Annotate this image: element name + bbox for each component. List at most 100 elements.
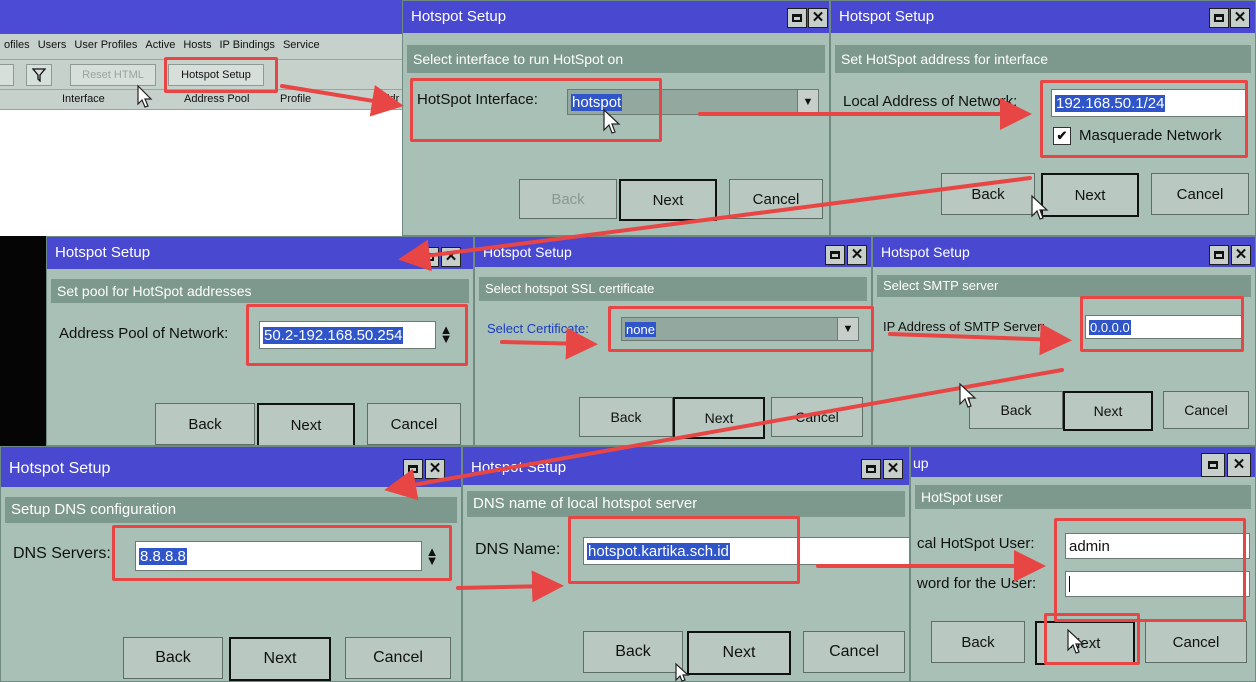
maximize-button[interactable] [403,459,423,479]
certificate-label: Select Certificate: [487,321,589,336]
tab-service[interactable]: Service [279,34,324,51]
dialog-title: Hotspot Setup [403,1,829,33]
close-icon: ✕ [886,460,900,477]
dropdown-arrow-icon[interactable]: ▼ [797,89,819,115]
next-button[interactable]: Next [687,631,791,675]
black-background-strip [0,236,46,446]
maximize-button[interactable] [1209,245,1229,265]
close-button[interactable]: ✕ [1227,453,1251,477]
step-subtitle: DNS name of local hotspot server [467,491,905,517]
dropdown-arrow-icon[interactable]: ▼ [837,317,859,341]
dialog-title: Hotspot Setup [873,237,1255,267]
dns-servers-value: 8.8.8.8 [139,547,187,565]
certificate-select[interactable]: none [621,317,840,341]
local-address-label: Local Address of Network: [843,93,1018,110]
back-button[interactable]: Back [969,391,1063,429]
tab-users[interactable]: Users [34,34,71,51]
next-button[interactable]: Next [1063,391,1153,431]
back-button[interactable]: Back [123,637,223,679]
dns-servers-input[interactable]: 8.8.8.8 [135,541,422,571]
maximize-icon [1208,461,1218,469]
cancel-button[interactable]: Cancel [771,397,863,437]
hotspot-user-input[interactable]: admin [1065,533,1250,559]
list-column-headers: Interface Address Pool Profile Addr [0,90,402,110]
tab-hosts[interactable]: Hosts [179,34,215,51]
step-subtitle: Select hotspot SSL certificate [479,277,867,301]
dialog-step-certificate: Hotspot Setup ✕ Select hotspot SSL certi… [474,236,872,446]
cancel-button[interactable]: Cancel [1145,621,1247,663]
tab-active[interactable]: Active [141,34,179,51]
back-button[interactable]: Back [519,179,617,219]
maximize-button[interactable] [825,245,845,265]
maximize-button[interactable] [787,8,807,28]
back-button[interactable]: Back [579,397,673,437]
filter-button[interactable] [26,64,52,86]
maximize-button[interactable] [861,459,881,479]
step-subtitle: Set pool for HotSpot addresses [51,279,469,303]
dialog-title: Hotspot Setup [1,447,461,487]
next-button[interactable]: Next [673,397,765,439]
next-button[interactable]: Next [619,179,717,221]
back-button[interactable]: Back [941,173,1035,215]
column-address[interactable]: Addr [376,93,399,105]
next-button[interactable]: Next [1041,173,1139,217]
close-button[interactable]: ✕ [441,247,461,267]
maximize-button[interactable] [1209,8,1229,28]
next-button[interactable]: Next [1035,621,1135,665]
close-button[interactable]: ✕ [883,459,903,479]
password-label: word for the User: [917,575,1037,592]
local-address-input[interactable]: 192.168.50.1/24 [1051,89,1246,117]
close-button[interactable]: ✕ [808,8,828,28]
dialog-step-pool: Hotspot Setup ✕ Set pool for HotSpot add… [46,236,474,446]
cancel-button[interactable]: Cancel [1151,173,1249,215]
dialog-step-dns-name: Hotspot Setup ✕ DNS name of local hotspo… [462,446,910,682]
next-button[interactable]: Next [257,403,355,445]
close-icon: ✕ [1233,9,1247,26]
dns-name-input[interactable]: hotspot.kartika.sch.id [583,537,909,565]
maximize-icon [424,253,434,261]
cancel-button[interactable]: Cancel [367,403,461,445]
dialog-title: Hotspot Setup [475,237,871,267]
column-profile[interactable]: Profile [280,93,311,105]
close-button[interactable]: ✕ [1230,8,1250,28]
cancel-button[interactable]: Cancel [1163,391,1249,429]
reset-html-button[interactable]: Reset HTML [70,64,156,86]
cancel-button[interactable]: Cancel [803,631,905,673]
cancel-button[interactable]: Cancel [345,637,451,679]
address-pool-input[interactable]: 50.2-192.168.50.254 [259,321,436,349]
tab-ip-bindings[interactable]: IP Bindings [215,34,278,51]
close-icon: ✕ [428,460,442,477]
hotspot-setup-button[interactable]: Hotspot Setup [168,64,264,86]
close-button[interactable]: ✕ [425,459,445,479]
back-button[interactable]: Back [155,403,255,445]
maximize-button[interactable] [419,247,439,267]
maximize-icon [792,14,802,22]
toolbar-button[interactable] [0,64,14,86]
tab-profiles[interactable]: ofiles [0,34,34,51]
interface-value: hotspot [571,93,623,111]
column-address-pool[interactable]: Address Pool [184,93,249,105]
step-subtitle: HotSpot user [915,485,1251,509]
close-button[interactable]: ✕ [847,245,867,265]
spinner-icon[interactable]: ▲ ▼ [425,545,439,567]
tab-user-profiles[interactable]: User Profiles [70,34,141,51]
back-button[interactable]: Back [583,631,683,673]
hotspot-user-value: admin [1069,537,1110,555]
close-icon: ✕ [1232,456,1246,473]
close-button[interactable]: ✕ [1231,245,1251,265]
step-subtitle: Set HotSpot address for interface [835,45,1251,73]
back-button[interactable]: Back [931,621,1025,663]
password-input[interactable] [1065,571,1250,597]
masquerade-checkbox[interactable]: ✔ [1053,127,1071,145]
next-button[interactable]: Next [229,637,331,681]
list-window-titlebar [0,0,402,34]
maximize-button[interactable] [1201,453,1225,477]
cancel-button[interactable]: Cancel [729,179,823,219]
dialog-title: Hotspot Setup [463,447,909,485]
hotspot-interface-select[interactable]: hotspot [567,89,802,115]
spinner-icon[interactable]: ▲ ▼ [439,323,453,345]
column-interface[interactable]: Interface [62,93,105,105]
maximize-icon [866,465,876,473]
smtp-address-input[interactable]: 0.0.0.0 [1085,315,1244,339]
maximize-icon [1214,14,1224,22]
